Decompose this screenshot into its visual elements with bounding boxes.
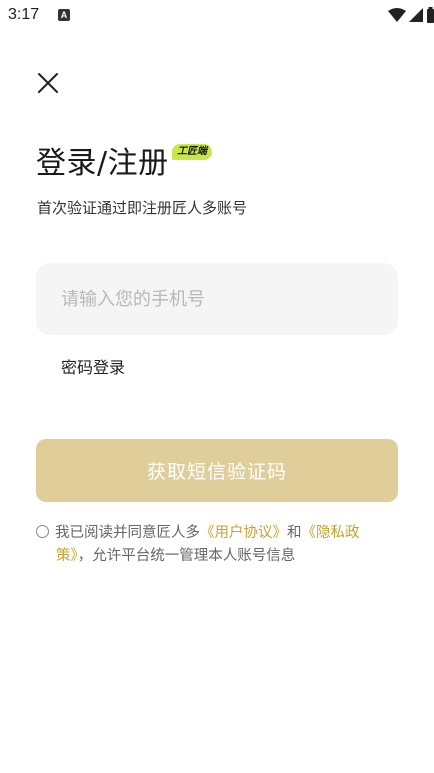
status-time: 3:17 [8, 6, 40, 23]
battery-icon [427, 7, 434, 23]
agreement-checkbox[interactable] [36, 525, 49, 538]
signal-icon [409, 8, 423, 22]
page-title: 登录/注册 [36, 146, 169, 181]
phone-input[interactable] [36, 263, 398, 335]
agreement-suffix: ，允许平台统一管理本人账号信息 [77, 548, 296, 564]
privacy-policy-link-part1[interactable]: 《隐私政 [302, 525, 360, 541]
get-sms-code-button[interactable]: 获取短信验证码 [36, 439, 398, 502]
agreement-line-1: 我已阅读并同意匠人多《用户协议》和《隐私政 [36, 522, 400, 545]
agreement-line-2: 策》，允许平台统一管理本人账号信息 [36, 545, 400, 568]
user-agreement-link[interactable]: 《用户协议》 [200, 525, 287, 541]
title-block: 登录/注册 工匠端 [36, 142, 212, 186]
status-indicators [388, 5, 434, 25]
app-notification-icon: A [58, 9, 70, 21]
privacy-policy-link-part2[interactable]: 策》 [56, 548, 78, 564]
agreement-prefix: 我已阅读并同意匠人多 [55, 525, 200, 541]
close-icon [38, 73, 58, 93]
phone-input-container [36, 263, 398, 335]
agreement-and: 和 [287, 525, 302, 541]
role-badge: 工匠端 [172, 144, 212, 160]
password-login-link[interactable]: 密码登录 [61, 354, 125, 378]
close-button[interactable] [35, 70, 61, 96]
wifi-icon [388, 8, 406, 22]
page-subtitle: 首次验证通过即注册匠人多账号 [37, 199, 248, 217]
agreement-text: 我已阅读并同意匠人多《用户协议》和《隐私政 策》，允许平台统一管理本人账号信息 [36, 522, 400, 568]
status-bar: 3:17 A [0, 0, 434, 34]
